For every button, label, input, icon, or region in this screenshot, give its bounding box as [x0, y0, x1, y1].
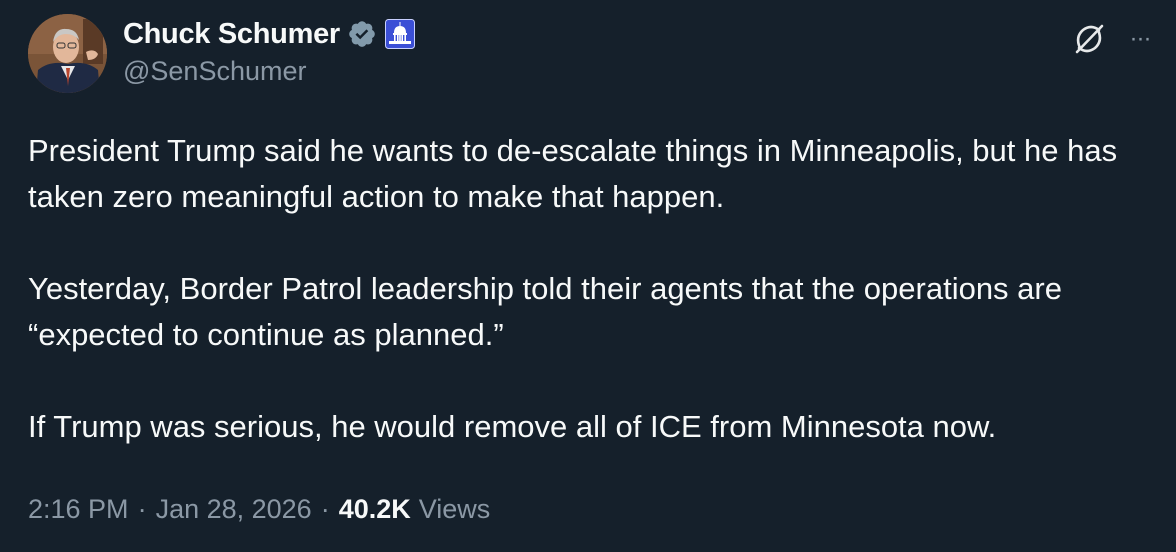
verified-badge-icon[interactable]	[347, 19, 377, 49]
capitol-icon[interactable]	[384, 19, 415, 49]
tweet: Chuck Schumer @SenSchumer ··· President …	[0, 0, 1176, 552]
views-count[interactable]: 40.2K	[339, 494, 411, 525]
grok-icon[interactable]	[1068, 18, 1110, 60]
meta-separator: ·	[137, 494, 147, 524]
tweet-meta: 2:16 PM · Jan 28, 2026 · 40.2K Views	[28, 494, 490, 525]
meta-separator: ·	[320, 494, 330, 524]
tweet-paragraph: Yesterday, Border Patrol leadership told…	[28, 271, 1062, 352]
tweet-date[interactable]: Jan 28, 2026	[156, 494, 312, 525]
tweet-paragraph: President Trump said he wants to de-esca…	[28, 133, 1118, 214]
tweet-actions: ···	[1068, 18, 1158, 60]
author-name-row: Chuck Schumer	[123, 14, 415, 54]
avatar[interactable]	[28, 14, 107, 93]
more-options-icon[interactable]: ···	[1122, 21, 1158, 57]
author-handle[interactable]: @SenSchumer	[123, 56, 307, 87]
display-name[interactable]: Chuck Schumer	[123, 18, 340, 51]
views-label[interactable]: Views	[419, 494, 491, 525]
tweet-paragraph: If Trump was serious, he would remove al…	[28, 409, 997, 444]
tweet-text: President Trump said he wants to de-esca…	[28, 128, 1158, 450]
tweet-time[interactable]: 2:16 PM	[28, 494, 129, 525]
